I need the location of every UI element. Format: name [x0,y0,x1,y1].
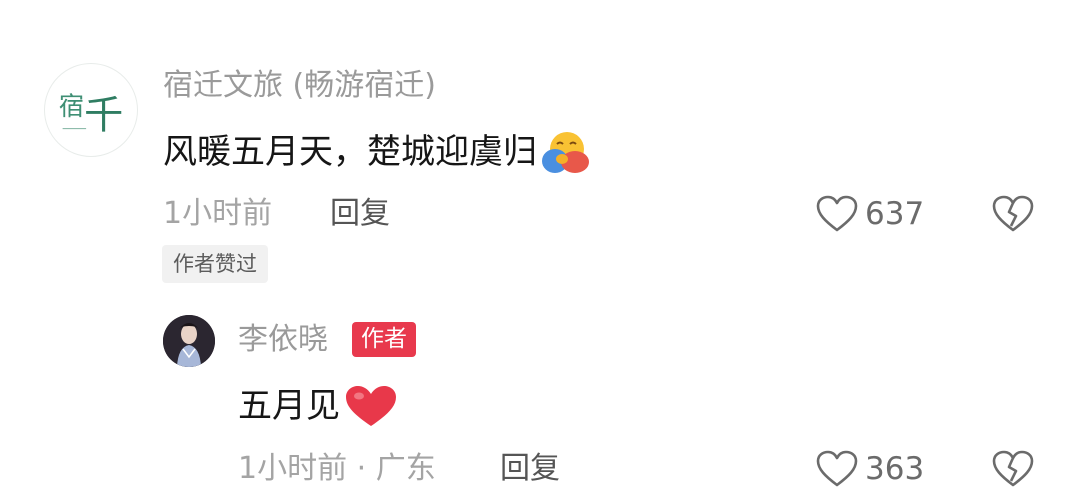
comment-text: 风暖五月天，楚城迎虞归 [163,128,591,176]
reply-timestamp-location: 1小时前 · 广东 [238,451,436,486]
reply-username[interactable]: 李依晓 [238,320,328,360]
reply-reply-button[interactable]: 回复 [500,449,560,489]
commenter-avatar[interactable]: 宿 千 [44,63,138,157]
comment-like-button[interactable]: 637 [815,194,924,234]
broken-heart-icon [992,195,1034,232]
svg-text:千: 千 [84,95,123,138]
reply-like-count: 363 [865,451,925,487]
reply-text-body: 五月见 [238,386,340,426]
red-heart-emoji-icon [342,382,400,430]
heart-outline-icon [816,450,858,487]
tourism-logo-icon: 宿 千 [45,64,137,156]
commenter-username[interactable]: 宿迁文旅 (畅游宿迁) [163,66,436,106]
heart-outline-icon [816,195,858,232]
comment-timestamp: 1小时前 [163,196,273,231]
reply-like-button[interactable]: 363 [815,449,924,489]
comment-reply-button[interactable]: 回复 [330,194,390,234]
reply-author-avatar[interactable] [163,315,215,367]
author-liked-tag: 作者赞过 [162,245,268,283]
broken-heart-icon [992,450,1034,487]
comment-text-body: 风暖五月天，楚城迎虞归 [163,132,537,172]
svg-text:宿: 宿 [59,92,84,121]
hugging-face-emoji-icon [539,129,591,175]
reply-dislike-button[interactable] [991,449,1035,489]
comment-dislike-button[interactable] [991,194,1035,234]
user-photo-icon [163,315,215,367]
comment-like-count: 637 [865,196,925,232]
author-badge: 作者 [352,322,416,357]
reply-text: 五月见 [238,382,400,430]
